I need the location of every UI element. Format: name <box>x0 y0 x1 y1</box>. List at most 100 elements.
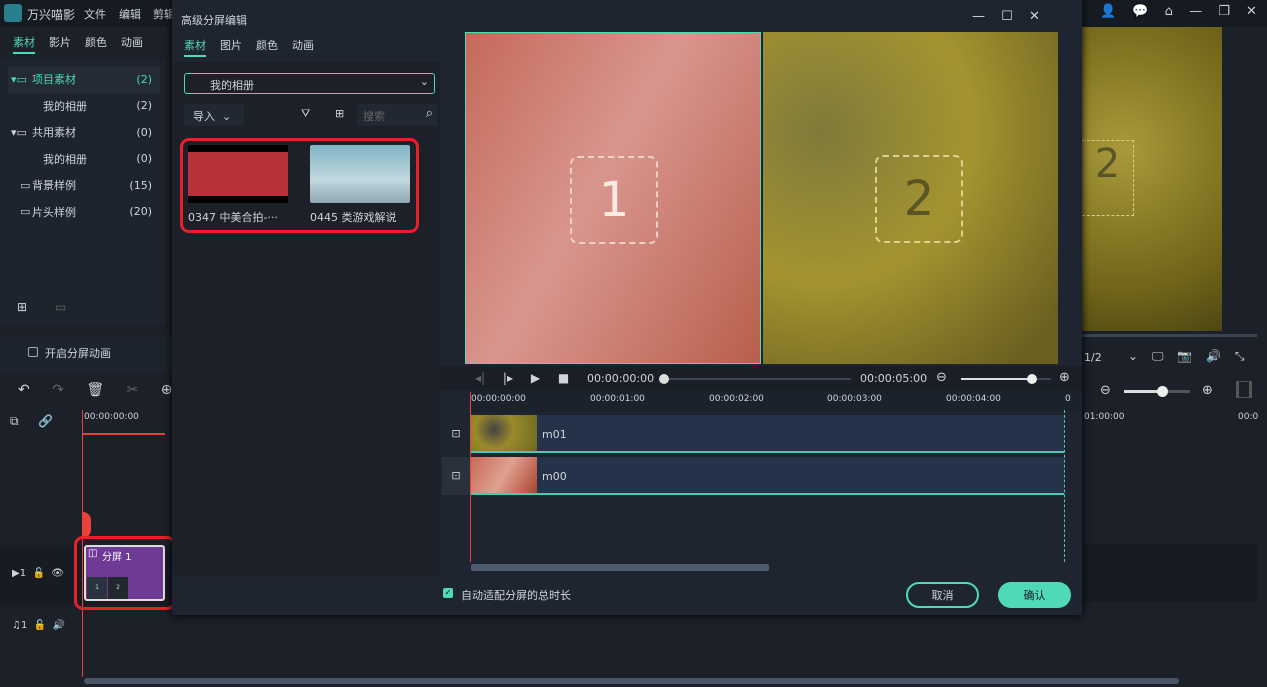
main-track-bg <box>1082 544 1257 602</box>
next-frame-icon[interactable]: |▸ <box>503 371 513 385</box>
close-icon[interactable]: ✕ <box>1029 9 1040 24</box>
feedback-icon[interactable]: 💬 <box>1132 4 1148 19</box>
folder-icon: ▭ <box>20 205 31 219</box>
maximize-icon[interactable]: ☐ <box>1001 9 1013 24</box>
cut-icon[interactable]: ✂ <box>127 382 139 398</box>
track-image-icon[interactable]: ⊡ <box>442 415 470 453</box>
tree-item-album[interactable]: 我的相册 (2) <box>8 93 160 120</box>
tree-item-project[interactable]: ▾▭ 项目素材 (2) <box>8 66 160 93</box>
main-zoom-slider[interactable] <box>1124 386 1190 397</box>
fullscreen-icon[interactable]: ⤡ <box>1235 349 1245 363</box>
volume-icon[interactable]: 🔊 <box>1206 349 1221 363</box>
restore-icon[interactable]: ❐ <box>1218 4 1230 19</box>
playback-controls: ◂| |▸ ▶ ■ <box>475 371 569 385</box>
undo-icon[interactable]: ↶ <box>18 382 30 398</box>
volume-icon[interactable]: 🔊 <box>53 620 65 631</box>
ruler-label: 01:00:00 <box>1084 412 1125 422</box>
tab-material[interactable]: 素材 <box>184 39 206 57</box>
ruler-label: 00:00:02:00 <box>709 394 764 404</box>
tab-animation[interactable]: 动画 <box>292 39 314 52</box>
drop-target-1: 1 <box>570 156 658 244</box>
total-time: 00:00:05:00 <box>860 372 928 385</box>
album-select-value: 我的相册 <box>210 79 254 92</box>
menu-file[interactable]: 文件 <box>84 6 106 22</box>
stop-icon[interactable]: ■ <box>558 371 569 385</box>
cancel-button[interactable]: 取消 <box>906 582 979 608</box>
minimize-icon[interactable]: — <box>1189 4 1202 19</box>
import-button[interactable]: 导入 ⌄ <box>184 104 244 126</box>
tab-animation[interactable]: 动画 <box>121 36 143 49</box>
zoom-in-icon[interactable]: ⊕ <box>1059 370 1070 385</box>
add-track-icon[interactable]: ⧉ <box>10 414 19 428</box>
album-select[interactable]: 我的相册 ⌄ <box>184 73 435 94</box>
auto-fit-checkbox[interactable]: ✓ <box>443 588 453 598</box>
tree-item-intros[interactable]: ▭ 片头样例 (20) <box>8 199 160 226</box>
main-slot-2: 2 <box>1082 140 1134 216</box>
split-view-icon[interactable] <box>1236 381 1252 398</box>
media-tree: ▾▭ 项目素材 (2) 我的相册 (2) ▾▭ 共用素材 (0) 我的相册 (0) ▭ 背景样… <box>8 66 160 225</box>
menu-edit[interactable]: 编辑 <box>119 6 141 22</box>
store-icon[interactable]: ⌂ <box>1165 4 1173 19</box>
playhead-handle[interactable] <box>82 512 91 538</box>
tab-image[interactable]: 图片 <box>220 39 242 52</box>
main-timecode: 00:00:00:00 <box>84 412 139 422</box>
tab-film[interactable]: 影片 <box>49 36 71 49</box>
end-marker <box>1064 410 1065 562</box>
dialog-playhead[interactable] <box>470 392 471 562</box>
confirm-button[interactable]: 确认 <box>998 582 1071 608</box>
tab-material[interactable]: 素材 <box>13 36 35 54</box>
ruler-label: 00:00:00:00 <box>471 394 526 404</box>
track-m01[interactable]: m01 <box>471 415 1064 453</box>
delete-icon[interactable]: 🗑 <box>86 382 104 398</box>
lock-icon[interactable]: 🔓 <box>34 620 46 631</box>
drop-target-2: 2 <box>875 155 963 243</box>
ruler-label: 0 <box>1065 394 1071 404</box>
grid-view-icon[interactable]: ⊞ <box>335 107 344 120</box>
clip-name: m00 <box>542 470 567 483</box>
display-icon[interactable]: 🖵 <box>1152 349 1164 363</box>
main-progress <box>1082 334 1257 337</box>
tree-item-album-shared[interactable]: 我的相册 (0) <box>8 146 160 173</box>
search-input[interactable]: 搜索 ⌕ <box>357 104 437 126</box>
ruler-label: 00:0 <box>1238 412 1259 422</box>
ruler-label: 00:00:04:00 <box>946 394 1001 404</box>
split-anim-checkbox[interactable] <box>28 347 38 357</box>
close-icon[interactable]: ✕ <box>1246 4 1257 19</box>
minimize-icon[interactable]: — <box>972 9 985 24</box>
new-folder-icon[interactable]: ⊞ <box>17 300 27 314</box>
link-icon[interactable]: 🔗 <box>38 414 53 428</box>
dialog-tabs: 素材 图片 颜色 动画 <box>184 37 328 57</box>
clip-thumbnail <box>471 415 537 451</box>
speed-icon[interactable]: ⊕ <box>161 382 173 398</box>
redo-icon[interactable]: ↷ <box>52 382 64 398</box>
track-image-icon[interactable]: ⊡ <box>442 457 470 495</box>
zoom-out-icon[interactable]: ⊖ <box>1100 383 1111 398</box>
video-track-controls: ▶1 🔓 👁 <box>12 568 64 579</box>
chevron-down-icon[interactable]: ⌄ <box>1128 349 1138 363</box>
search-placeholder: 搜索 <box>363 110 385 123</box>
playback-progress[interactable] <box>659 374 851 384</box>
tab-color[interactable]: 颜色 <box>256 39 278 52</box>
prev-frame-icon[interactable]: ◂| <box>475 371 485 385</box>
folder-add-icon[interactable]: ▭ <box>55 300 66 314</box>
tree-item-shared[interactable]: ▾▭ 共用素材 (0) <box>8 119 160 146</box>
split-slot-2[interactable]: 2 <box>763 32 1058 364</box>
dialog-timeline-scrollbar[interactable] <box>471 564 769 571</box>
lock-icon[interactable]: 🔓 <box>32 568 44 579</box>
account-icon[interactable]: 👤 <box>1100 4 1116 19</box>
tree-item-backgrounds[interactable]: ▭ 背景样例 (15) <box>8 172 160 199</box>
audio-track-icon: ♫ <box>12 620 21 631</box>
zoom-out-icon[interactable]: ⊖ <box>936 370 947 385</box>
play-icon[interactable]: ▶ <box>531 371 540 385</box>
filter-icon[interactable]: ⛛ <box>301 107 310 121</box>
page-select[interactable]: 1/2 <box>1084 351 1102 364</box>
eye-icon[interactable]: 👁 <box>51 568 64 579</box>
split-slot-1[interactable]: 1 <box>465 32 761 364</box>
current-time: 00:00:00:00 <box>587 372 655 385</box>
zoom-in-icon[interactable]: ⊕ <box>1202 383 1213 398</box>
track-m00[interactable]: m00 <box>471 457 1064 495</box>
main-timeline-scrollbar[interactable] <box>84 678 1179 684</box>
dialog-zoom-slider[interactable] <box>961 374 1051 384</box>
tab-color[interactable]: 颜色 <box>85 36 107 49</box>
camera-icon[interactable]: 📷 <box>1177 349 1192 363</box>
